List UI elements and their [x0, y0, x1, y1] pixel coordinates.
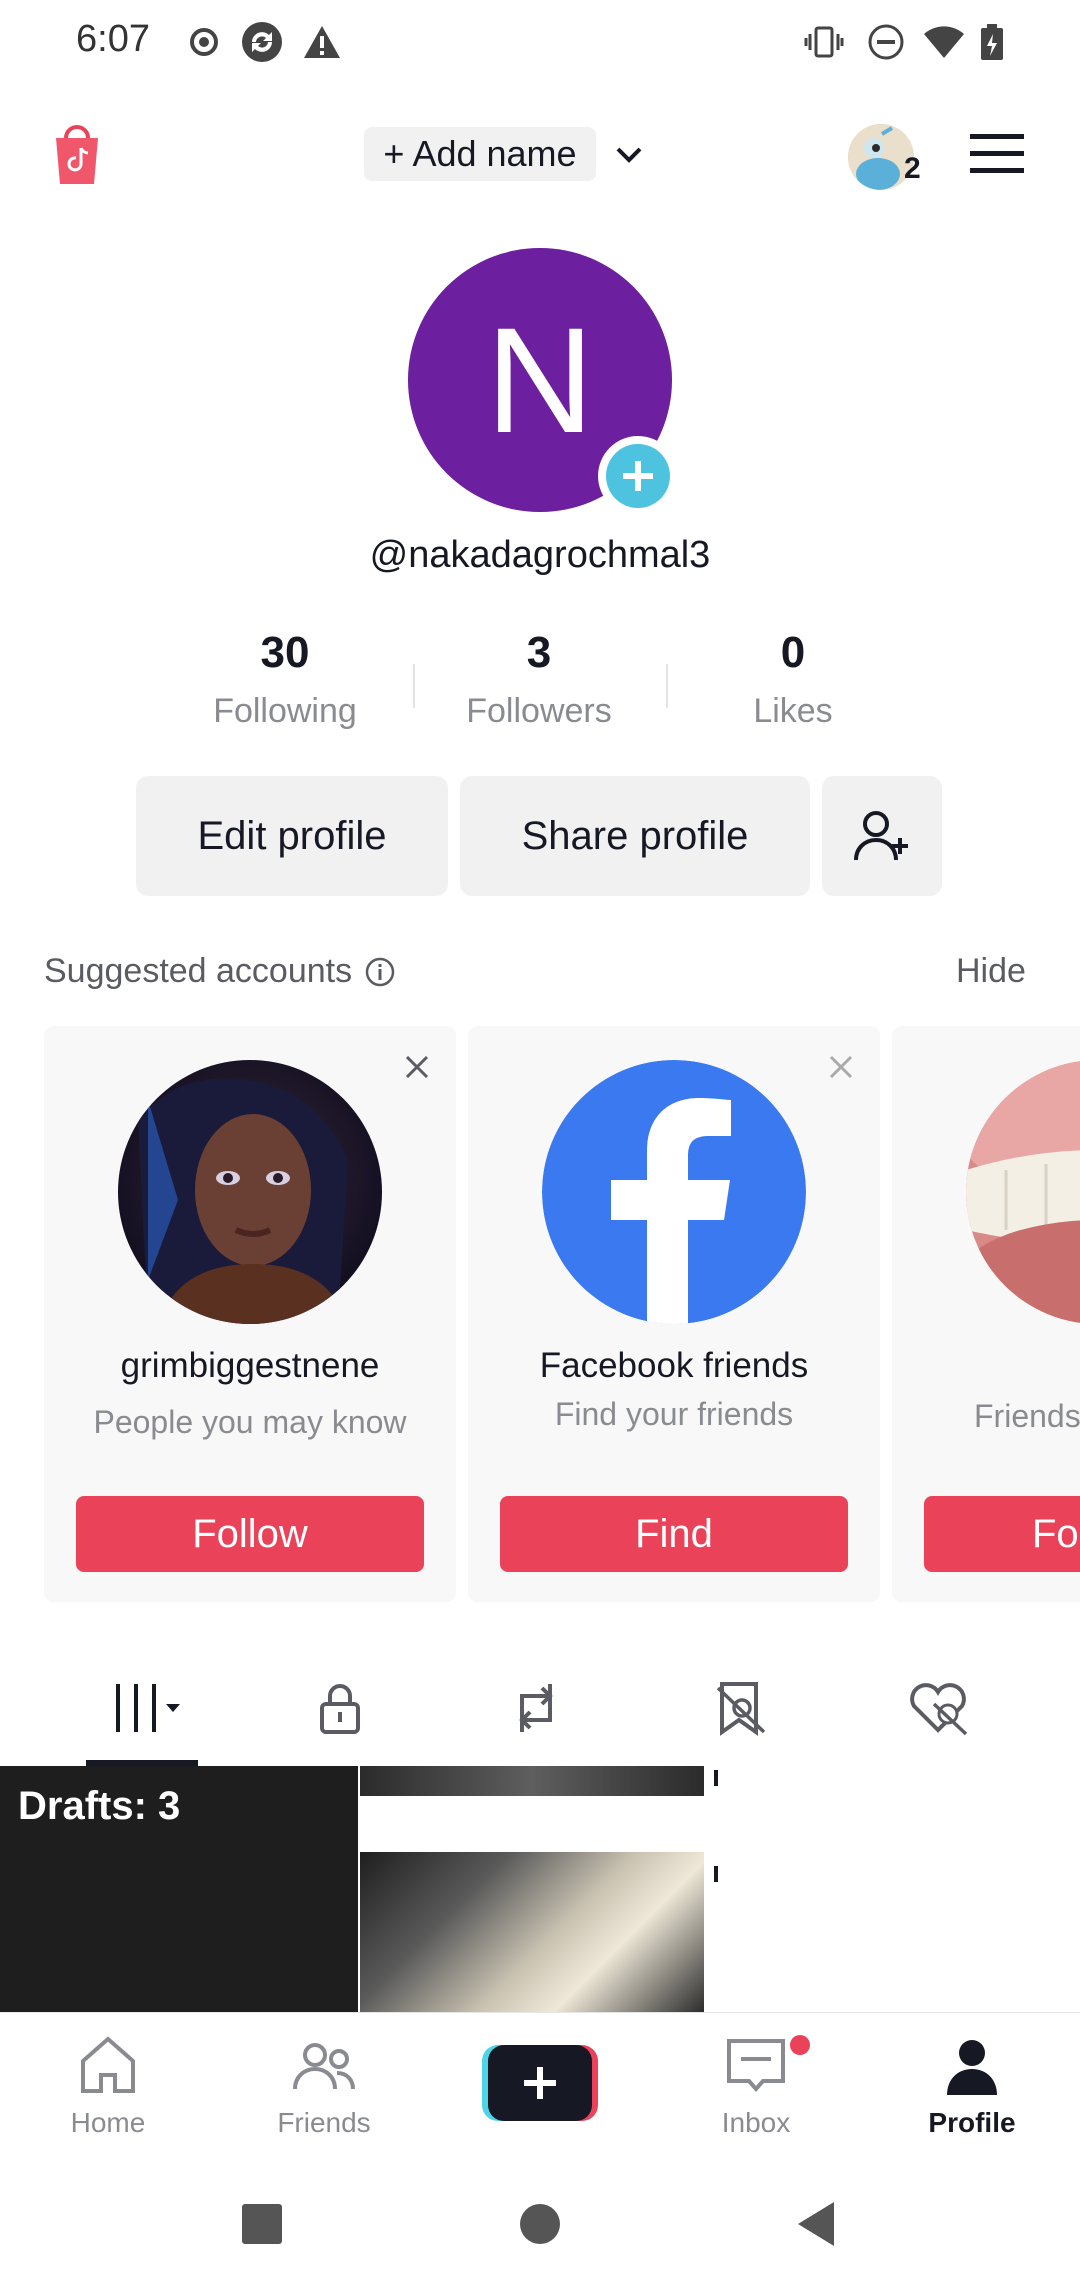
create-icon[interactable] [482, 2045, 598, 2121]
suggested-user-reason: Find your friends [554, 1396, 794, 1432]
stat-likes[interactable]: 0 Likes [668, 628, 918, 731]
battery-icon [981, 24, 1003, 60]
suggested-card: Facebook friends Find your friends Find [468, 1026, 880, 1602]
add-person-icon [854, 811, 908, 861]
suggested-user-name: grimbiggestnene [120, 1346, 380, 1385]
account-count-badge: 2 [904, 152, 921, 185]
repost-icon[interactable] [506, 1678, 566, 1738]
wifi-icon [924, 26, 964, 58]
nav-label: Profile [928, 2107, 1016, 2138]
dnd-icon [868, 24, 904, 60]
stat-followers[interactable]: 3 Followers [414, 628, 664, 731]
facebook-icon [542, 1060, 806, 1324]
suggested-card: Friends Fo [892, 1026, 1080, 1602]
drafts-tile[interactable]: Drafts: 3 [0, 1766, 358, 2012]
suggested-accounts-title: Suggested accounts [44, 952, 353, 990]
nav-home[interactable]: Home [28, 2031, 188, 2139]
user-photo-image [966, 1060, 1080, 1324]
stat-value: 0 [780, 628, 806, 677]
edit-profile-button[interactable]: Edit profile [136, 776, 448, 896]
status-bar: 6:07 [0, 0, 1080, 90]
hide-suggested-button[interactable]: Hide [956, 952, 1026, 991]
profile-icon [947, 2040, 997, 2095]
suggested-user-reason: Friends [974, 1398, 1080, 1434]
stat-following[interactable]: 30 Following [160, 628, 410, 731]
menu-icon[interactable] [970, 132, 1024, 176]
favorites-icon[interactable] [712, 1678, 772, 1738]
follow-button[interactable]: Follow [76, 1496, 424, 1572]
bottom-navigation: Home Friends Inbox Profile [0, 2012, 1080, 2162]
plus-icon [623, 461, 653, 491]
stat-label: Followers [466, 692, 612, 730]
suggested-user-photo[interactable] [966, 1060, 1080, 1324]
chevron-down-icon[interactable] [614, 140, 644, 170]
content-tabs [0, 1660, 1080, 1766]
profile-username: @nakadagrochmal3 [369, 534, 711, 576]
profile-stats: 30 Following 3 Followers 0 Likes [160, 628, 920, 738]
inbox-icon [727, 2039, 785, 2093]
back-icon[interactable] [796, 2200, 836, 2248]
nav-friends[interactable]: Friends [244, 2031, 404, 2139]
stat-label: Likes [753, 692, 833, 730]
find-button[interactable]: Find [500, 1496, 848, 1572]
share-profile-button[interactable]: Share profile [460, 776, 810, 896]
follow-button[interactable]: Fo [924, 1496, 1080, 1572]
friends-icon [293, 2043, 355, 2090]
suggested-user-reason: People you may know [93, 1404, 407, 1440]
info-icon[interactable] [364, 956, 396, 988]
stat-label: Following [213, 692, 357, 730]
stat-value: 3 [526, 628, 552, 677]
facebook-logo[interactable] [542, 1060, 806, 1324]
nav-label: Friends [277, 2107, 371, 2138]
stat-value: 30 [260, 628, 310, 677]
suggested-user-name: Facebook friends [539, 1346, 809, 1385]
add-photo-button[interactable] [598, 436, 678, 516]
vibrate-icon [804, 26, 844, 58]
close-icon[interactable] [826, 1052, 856, 1082]
suggested-accounts-header: Suggested accounts [44, 952, 396, 991]
user-photo-image [118, 1060, 382, 1324]
close-icon[interactable] [402, 1052, 432, 1082]
divider-mark [714, 1866, 718, 1882]
system-navigation-bar [0, 2162, 1080, 2280]
video-thumbnail[interactable] [360, 1766, 704, 1796]
record-icon [190, 28, 218, 56]
home-button-icon[interactable] [518, 2202, 562, 2246]
shop-icon[interactable] [52, 120, 102, 186]
videos-icon[interactable] [112, 1678, 192, 1738]
video-grid: Drafts: 3 [0, 1766, 1080, 2012]
status-time: 6:07 [76, 18, 150, 60]
divider-mark [714, 1770, 718, 1786]
nav-inbox[interactable]: Inbox [676, 2031, 836, 2139]
add-name-button[interactable]: + Add name [364, 127, 596, 181]
suggested-user-photo[interactable] [118, 1060, 382, 1324]
nav-profile[interactable]: Profile [892, 2031, 1052, 2139]
suggested-card: grimbiggestnene People you may know Foll… [44, 1026, 456, 1602]
add-friends-button[interactable] [822, 776, 942, 896]
lock-icon[interactable] [310, 1678, 370, 1738]
nav-label: Home [70, 2107, 146, 2138]
recents-icon[interactable] [240, 2202, 284, 2246]
video-thumbnail[interactable] [360, 1852, 704, 2012]
warning-icon [304, 26, 340, 58]
top-header: + Add name 2 [0, 110, 1080, 200]
sync-icon [242, 22, 282, 62]
liked-icon[interactable] [906, 1678, 970, 1738]
drafts-label: Drafts: 3 [18, 1784, 181, 1828]
home-icon [81, 2036, 135, 2093]
nav-label: Inbox [721, 2107, 791, 2138]
suggested-accounts-carousel[interactable]: grimbiggestnene People you may know Foll… [0, 1026, 1080, 1606]
inbox-notification-dot [790, 2035, 810, 2055]
